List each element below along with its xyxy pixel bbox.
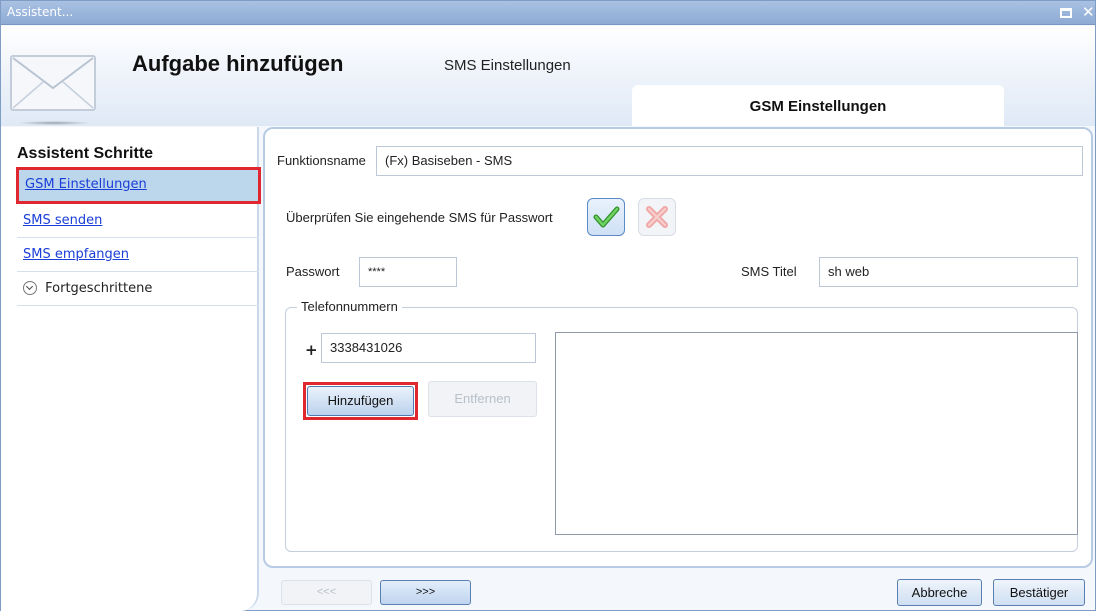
envelope-shadow xyxy=(19,121,89,125)
restore-icon[interactable] xyxy=(1060,8,1072,18)
chevron-down-icon[interactable] xyxy=(23,280,37,295)
sidebar-item-sms-send[interactable]: SMS senden xyxy=(17,204,259,238)
title-bar: Assistent... ✕ xyxy=(1,1,1095,25)
envelope-icon xyxy=(10,55,96,111)
sms-title-label: SMS Titel xyxy=(741,264,797,279)
wizard-steps-sidebar: Assistent Schritte GSM Einstellungen SMS… xyxy=(1,127,261,611)
previous-step-button[interactable]: <<< xyxy=(281,580,372,605)
function-name-input[interactable]: (Fx) Basiseben - SMS xyxy=(376,146,1083,176)
window-title: Assistent... xyxy=(7,5,74,19)
wizard-header: Aufgabe hinzufügen SMS Einstellungen GSM… xyxy=(1,26,1095,126)
phone-prefix: + xyxy=(305,341,318,359)
phone-number-input[interactable]: 3338431026 xyxy=(321,333,536,363)
phone-numbers-legend: Telefonnummern xyxy=(297,299,402,314)
confirm-button[interactable]: Bestätiger xyxy=(993,579,1085,606)
check-sms-password-label: Überprüfen Sie eingehende SMS für Passwo… xyxy=(286,210,553,225)
add-button[interactable]: Hinzufügen xyxy=(307,386,414,416)
sidebar-heading: Assistent Schritte xyxy=(17,145,154,162)
sidebar-item-gsm-settings[interactable]: GSM Einstellungen xyxy=(16,167,261,204)
password-label: Passwort xyxy=(286,264,340,279)
sidebar-item-label[interactable]: GSM Einstellungen xyxy=(19,177,147,192)
cross-icon xyxy=(646,206,668,228)
remove-button[interactable]: Entfernen xyxy=(428,381,537,417)
sidebar-item-label: Fortgeschrittene xyxy=(45,281,153,296)
sidebar-item-label[interactable]: SMS senden xyxy=(17,213,102,228)
cancel-button[interactable]: Abbreche xyxy=(897,579,982,606)
sidebar-item-sms-receive[interactable]: SMS empfangen xyxy=(17,238,259,272)
sms-title-input[interactable]: sh web xyxy=(819,257,1078,287)
wizard-window: Assistent... ✕ Aufgabe hinzufügen SMS Ei… xyxy=(0,0,1096,611)
sidebar-item-label[interactable]: SMS empfangen xyxy=(17,247,129,262)
checkmark-icon xyxy=(593,206,620,228)
next-step-button[interactable]: >>> xyxy=(380,580,471,605)
tab-gsm-settings[interactable]: GSM Einstellungen xyxy=(632,85,1004,126)
confirm-check-button[interactable] xyxy=(587,198,625,236)
page-subtitle: SMS Einstellungen xyxy=(444,57,571,74)
page-title: Aufgabe hinzufügen xyxy=(132,51,344,76)
password-input[interactable]: **** xyxy=(359,257,457,287)
reject-cross-button[interactable] xyxy=(638,198,676,236)
close-icon[interactable]: ✕ xyxy=(1082,3,1095,21)
phone-number-list[interactable] xyxy=(555,332,1078,535)
function-name-label: Funktionsname xyxy=(277,153,366,168)
sidebar-item-advanced[interactable]: Fortgeschrittene xyxy=(17,272,259,306)
